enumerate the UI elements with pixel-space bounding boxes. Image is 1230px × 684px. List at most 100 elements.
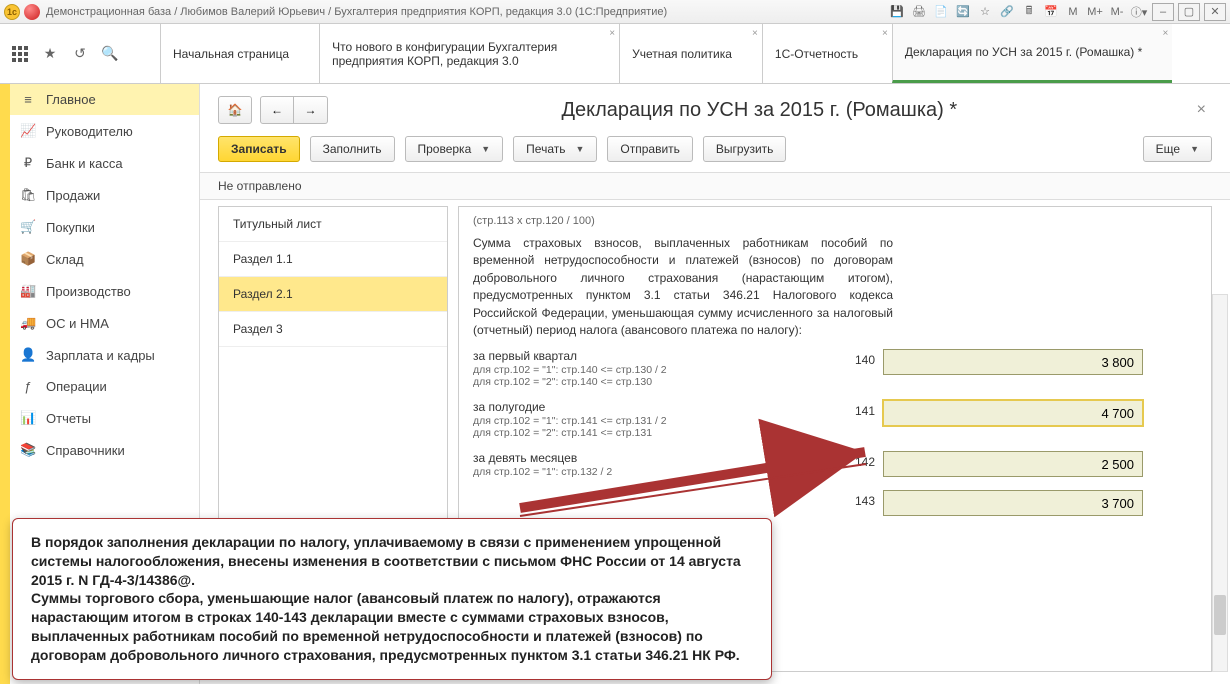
- calc-icon[interactable]: 🖩: [1020, 3, 1038, 21]
- field-143[interactable]: [883, 490, 1143, 516]
- fill-button[interactable]: Заполнить: [310, 136, 395, 162]
- doc-icon[interactable]: 📄: [932, 3, 950, 21]
- content-header: 🏠 ← → Декларация по УСН за 2015 г. (Рома…: [200, 84, 1230, 132]
- search-icon[interactable]: 🔍: [100, 44, 120, 64]
- close-document-button[interactable]: ×: [1191, 101, 1212, 119]
- send-button[interactable]: Отправить: [607, 136, 693, 162]
- sidebar-icon: 📈: [20, 123, 36, 139]
- reload-icon[interactable]: 🔄: [954, 3, 972, 21]
- sidebar-label: Отчеты: [46, 411, 91, 426]
- sidebar-label: Справочники: [46, 443, 125, 458]
- tab-close-icon[interactable]: ×: [609, 28, 615, 39]
- form-row-143: 143: [473, 490, 1197, 516]
- sidebar-icon: 🛍: [20, 187, 36, 203]
- callout-line2: Суммы торгового сбора, уменьшающие налог…: [31, 589, 753, 665]
- print-button[interactable]: Печать▼: [513, 136, 597, 162]
- sidebar-label: Зарплата и кадры: [46, 348, 155, 363]
- write-button[interactable]: Записать: [218, 136, 300, 162]
- forward-button[interactable]: →: [294, 96, 328, 124]
- formula-text: (стр.113 x стр.120 / 100): [473, 215, 1197, 227]
- sidebar-icon: 👤: [20, 347, 36, 363]
- period-label: за девять месяцев: [473, 451, 843, 465]
- sidebar-label: ОС и НМА: [46, 316, 109, 331]
- action-row: Записать Заполнить Проверка▼ Печать▼ Отп…: [200, 132, 1230, 172]
- section-item-0[interactable]: Титульный лист: [219, 207, 447, 242]
- period-label: за полугодие: [473, 400, 843, 414]
- sidebar-item-7[interactable]: 🚚 ОС и НМА: [10, 307, 199, 339]
- sidebar-icon: ≡: [20, 92, 36, 107]
- history-icon[interactable]: ↺: [70, 44, 90, 64]
- sidebar-item-1[interactable]: 📈Руководителю: [10, 115, 199, 147]
- form-row-142: за девять месяцевдля стр.102 = "1": стр.…: [473, 451, 1197, 478]
- scrollbar-vertical[interactable]: [1212, 294, 1228, 672]
- star-icon[interactable]: ☆: [976, 3, 994, 21]
- sidebar-item-5[interactable]: 📦 Склад: [10, 243, 199, 275]
- period-label: за первый квартал: [473, 349, 843, 363]
- document-title: Декларация по УСН за 2015 г. (Ромашка) *: [336, 99, 1183, 122]
- sidebar-icon: 🏭: [20, 283, 36, 299]
- tab-2[interactable]: Учетная политика×: [619, 24, 762, 83]
- sidebar-item-4[interactable]: 🛒Покупки: [10, 211, 199, 243]
- sidebar-label: Продажи: [46, 188, 100, 203]
- tab-1[interactable]: Что нового в конфигурации Бухгалтерия пр…: [319, 24, 619, 83]
- print-icon[interactable]: 🖨: [910, 3, 928, 21]
- sidebar-item-10[interactable]: 📊 Отчеты: [10, 402, 199, 434]
- field-141[interactable]: [883, 400, 1143, 426]
- tab-close-icon[interactable]: ×: [752, 28, 758, 39]
- row-code: 142: [843, 451, 883, 469]
- section-item-3[interactable]: Раздел 3: [219, 312, 447, 347]
- description-paragraph: Сумма страховых взносов, выплаченных раб…: [473, 235, 893, 339]
- sidebar-label: Банк и касса: [46, 156, 123, 171]
- form-row-141: за полугодиедля стр.102 = "1": стр.141 <…: [473, 400, 1197, 439]
- window-min-button[interactable]: –: [1152, 3, 1174, 21]
- field-142[interactable]: [883, 451, 1143, 477]
- sidebar-icon: 🚚: [20, 315, 36, 331]
- export-button[interactable]: Выгрузить: [703, 136, 787, 162]
- window-close-button[interactable]: ✕: [1204, 3, 1226, 21]
- section-item-1[interactable]: Раздел 1.1: [219, 242, 447, 277]
- mem-m[interactable]: M: [1064, 3, 1082, 21]
- sidebar-item-2[interactable]: ₽ Банк и касса: [10, 147, 199, 179]
- calendar-icon[interactable]: 📅: [1042, 3, 1060, 21]
- sidebar-item-8[interactable]: 👤 Зарплата и кадры: [10, 339, 199, 371]
- tab-close-icon[interactable]: ×: [1162, 28, 1168, 39]
- window-max-button[interactable]: ▢: [1178, 3, 1200, 21]
- row-code: 143: [843, 490, 883, 508]
- tab-close-icon[interactable]: ×: [882, 28, 888, 39]
- row-code: 140: [843, 349, 883, 367]
- field-140[interactable]: [883, 349, 1143, 375]
- more-button[interactable]: Еще▼: [1143, 136, 1212, 162]
- tab-3[interactable]: 1С-Отчетность×: [762, 24, 892, 83]
- info-icon[interactable]: ⓘ▾: [1130, 3, 1148, 21]
- sidebar-icon: 📊: [20, 410, 36, 426]
- back-button[interactable]: ←: [260, 96, 294, 124]
- form-row-140: за первый кварталдля стр.102 = "1": стр.…: [473, 349, 1197, 388]
- apps-icon[interactable]: [10, 44, 30, 64]
- sidebar-label: Покупки: [46, 220, 95, 235]
- section-item-2[interactable]: Раздел 2.1: [219, 277, 447, 312]
- sidebar-item-0[interactable]: ≡Главное: [10, 84, 199, 115]
- window-title: Демонстрационная база / Любимов Валерий …: [46, 6, 667, 18]
- sidebar-item-11[interactable]: 📚 Справочники: [10, 434, 199, 466]
- sidebar-item-3[interactable]: 🛍 Продажи: [10, 179, 199, 211]
- sidebar-label: Операции: [46, 379, 107, 394]
- check-button[interactable]: Проверка▼: [405, 136, 504, 162]
- sidebar-label: Склад: [46, 252, 84, 267]
- sidebar-icon: ƒ: [20, 379, 36, 394]
- tab-4[interactable]: Декларация по УСН за 2015 г. (Ромашка) *…: [892, 24, 1172, 83]
- mem-mminus[interactable]: M-: [1108, 3, 1126, 21]
- sidebar-item-6[interactable]: 🏭 Производство: [10, 275, 199, 307]
- favorite-icon[interactable]: ★: [40, 44, 60, 64]
- mem-mplus[interactable]: M+: [1086, 3, 1104, 21]
- sidebar-item-9[interactable]: ƒ Операции: [10, 371, 199, 402]
- sidebar-label: Производство: [46, 284, 131, 299]
- sidebar-icon: ₽: [20, 155, 36, 171]
- tab-0[interactable]: Начальная страница: [160, 24, 319, 83]
- left-tools: ★ ↺ 🔍: [0, 24, 160, 83]
- top-row: ★ ↺ 🔍 Начальная страницаЧто нового в кон…: [0, 24, 1230, 84]
- sidebar-icon: 📦: [20, 251, 36, 267]
- link-icon[interactable]: 🔗: [998, 3, 1016, 21]
- sidebar-icon: 📚: [20, 442, 36, 458]
- save-icon[interactable]: 💾: [888, 3, 906, 21]
- home-button[interactable]: 🏠: [218, 96, 252, 124]
